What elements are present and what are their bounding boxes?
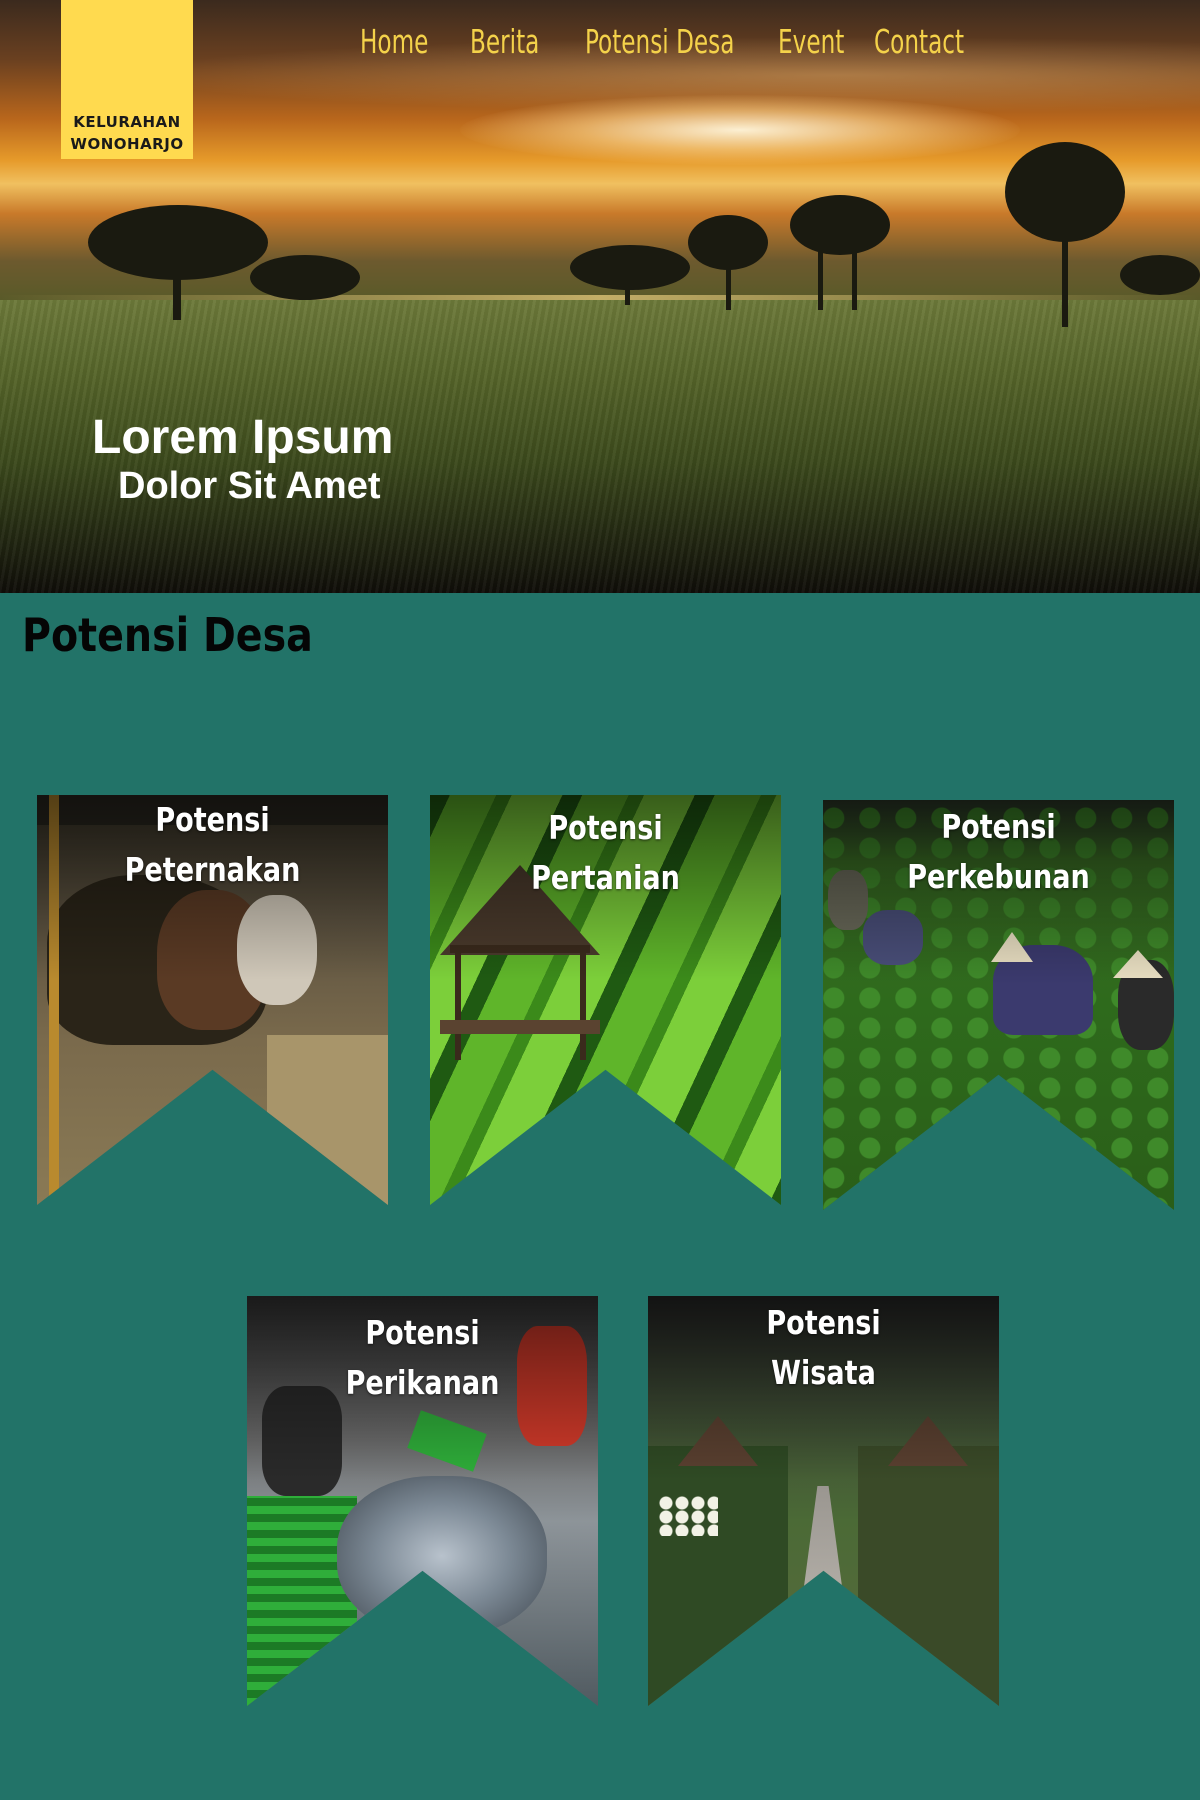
card-label-line1: Potensi [155,800,270,839]
nav-potensi-desa[interactable]: Potensi Desa [585,22,736,61]
card-label-line2: Peternakan [124,850,301,889]
card-label-line2: Perikanan [345,1363,500,1402]
tree-silhouette [250,255,360,310]
tree-silhouette [790,195,890,315]
hero-banner: KELURAHAN WONOHARJO Home Berita Potensi … [0,0,1200,593]
card-potensi-perkebunan[interactable]: Potensi Perkebunan [823,800,1174,1210]
nav-home[interactable]: Home [360,22,446,61]
logo-line-1: KELURAHAN [73,113,181,131]
logo-line-2: WONOHARJO [70,135,184,153]
tree-silhouette [1120,255,1200,320]
main-nav: Home Berita Potensi Desa Event Contact [360,16,994,66]
tree-silhouette [88,205,268,320]
card-label-line2: Pertanian [531,858,680,897]
hero-subtitle: Dolor Sit Amet [118,465,381,507]
section-title: Potensi Desa [22,608,313,662]
tree-silhouette [570,235,690,305]
card-label-line1: Potensi [766,1303,881,1342]
card-potensi-wisata[interactable]: Potensi Wisata [648,1296,999,1706]
nav-event[interactable]: Event [778,22,853,61]
site-logo[interactable]: KELURAHAN WONOHARJO [61,0,193,159]
card-potensi-pertanian[interactable]: Potensi Pertanian [430,795,781,1205]
card-label-line2: Wisata [771,1353,876,1392]
card-label-line1: Potensi [941,807,1056,846]
card-potensi-peternakan[interactable]: Potensi Peternakan [37,795,388,1205]
card-label-line1: Potensi [548,808,663,847]
card-label-line1: Potensi [365,1313,480,1352]
hero-cloud [460,95,1020,165]
tree-silhouette [688,215,768,310]
nav-contact[interactable]: Contact [874,22,968,61]
nav-berita[interactable]: Berita [470,22,560,61]
card-potensi-perikanan[interactable]: Potensi Perikanan [247,1296,598,1706]
tree-silhouette [1005,142,1125,327]
card-label-line2: Perkebunan [907,857,1090,896]
hero-title: Lorem Ipsum [92,411,394,464]
